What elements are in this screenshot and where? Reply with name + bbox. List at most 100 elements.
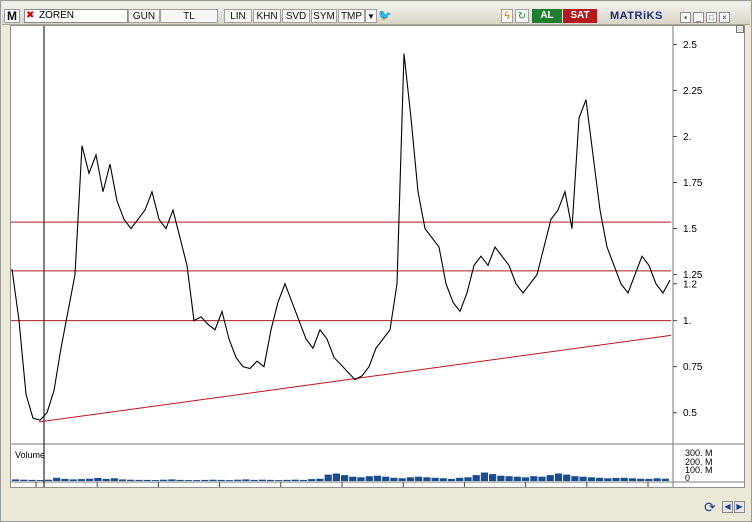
volume-bar <box>110 478 118 481</box>
volume-bar <box>587 477 595 481</box>
volume-bar <box>382 476 390 481</box>
volume-bar <box>373 475 382 481</box>
volume-bar <box>299 479 308 481</box>
twitter-icon[interactable]: 🐦 <box>378 9 392 23</box>
brand-logo: MATRiKS <box>610 10 663 22</box>
volume-bar <box>497 475 505 481</box>
volume-bar <box>250 479 258 481</box>
volume-bar <box>604 478 612 481</box>
close-icon[interactable]: × <box>719 12 730 23</box>
chart-window: M ✖ ZOREN GUN TL LIN KHN SVD SYM TMP ▼ 🐦… <box>0 0 752 522</box>
toolbar: M ✖ ZOREN GUN TL LIN KHN SVD SYM TMP ▼ 🐦… <box>2 2 750 25</box>
volume-bar <box>151 480 159 481</box>
scale-button[interactable]: LIN <box>224 9 252 23</box>
volume-bar <box>341 475 349 481</box>
tmp-button[interactable]: TMP <box>338 9 365 23</box>
volume-bar <box>423 477 431 481</box>
volume-bar <box>332 473 340 481</box>
price-chart: 2.52.252.1.751.51.251.21.0.750.5 Volume … <box>11 26 744 505</box>
volume-bar <box>530 476 538 481</box>
volume-bar <box>365 476 373 481</box>
symbol-value: ZOREN <box>39 10 74 21</box>
volume-bar <box>357 477 365 481</box>
volume-bar <box>127 479 135 481</box>
volume-bar <box>637 478 645 481</box>
price-axis-label: 0.5 <box>683 408 697 419</box>
volume-label-0: 0 <box>685 473 690 483</box>
symbol-field[interactable]: ✖ ZOREN <box>24 9 128 23</box>
currency-button[interactable]: TL <box>160 9 218 23</box>
khn-button[interactable]: KHN <box>253 9 281 23</box>
volume-bar <box>628 478 637 481</box>
dropdown-arrow-icon[interactable]: ▼ <box>365 9 377 23</box>
sym-button[interactable]: SYM <box>311 9 337 23</box>
volume-bar <box>563 474 571 481</box>
volume-bar <box>143 479 151 481</box>
volume-bar <box>20 479 28 481</box>
volume-bar <box>620 477 628 481</box>
volume-bar <box>176 479 184 481</box>
volume-bar <box>86 478 94 481</box>
volume-bar <box>316 478 324 481</box>
volume-bar <box>258 479 266 481</box>
sell-button[interactable]: SAT <box>563 9 597 23</box>
refresh-icon[interactable]: ↻ <box>515 9 529 23</box>
volume-bar <box>283 479 291 481</box>
trendline <box>38 334 672 423</box>
volume-bar <box>349 476 357 481</box>
volume-bar <box>44 479 53 481</box>
volume-bar <box>521 477 530 481</box>
price-series-line <box>11 53 671 421</box>
price-axis-label: 1. <box>683 316 691 327</box>
price-axis-label: 0.75 <box>683 362 703 373</box>
price-axis-label: 2.25 <box>683 86 703 97</box>
volume-bar <box>439 478 447 481</box>
price-axis-label: 1.5 <box>683 224 697 235</box>
volume-bar <box>472 475 480 481</box>
volume-bar <box>201 479 209 481</box>
minimize-icon[interactable]: _ <box>693 12 704 23</box>
price-axis: 2.52.252.1.751.51.251.21.0.750.5 <box>673 40 703 419</box>
sync-icon[interactable]: ⟳ <box>704 499 720 515</box>
time-axis: 0910111213141516171819 <box>35 482 663 505</box>
support-resistance-lines <box>11 221 671 322</box>
volume-bar <box>94 478 102 481</box>
volume-bar <box>234 479 242 481</box>
volume-bar <box>168 479 176 481</box>
maximize-icon[interactable]: □ <box>706 12 717 23</box>
scroll-right-icon[interactable]: ▶ <box>734 501 745 513</box>
price-axis-label: 2.5 <box>683 40 697 51</box>
volume-panel-title: Volume <box>15 450 45 460</box>
volume-bar <box>192 480 201 481</box>
menu-button[interactable]: M <box>4 9 20 23</box>
volume-bar <box>661 478 669 481</box>
volume-bar <box>324 474 332 481</box>
window-icon[interactable]: ▪ <box>680 12 691 23</box>
volume-bar <box>225 480 233 481</box>
status-bar <box>2 489 750 521</box>
volume-bar <box>415 476 423 481</box>
clear-symbol-icon[interactable]: ✖ <box>26 11 38 21</box>
volume-bar <box>571 476 579 481</box>
volume-bar <box>406 477 414 481</box>
panel-resize-handle[interactable] <box>736 25 744 33</box>
volume-bar <box>160 479 168 481</box>
volume-bar <box>36 480 44 481</box>
lightning-icon[interactable]: ϟ <box>501 9 513 23</box>
volume-bar <box>267 479 275 481</box>
price-axis-label: 1.2 <box>683 279 697 290</box>
volume-bar <box>69 479 77 481</box>
buy-button[interactable]: AL <box>532 9 562 23</box>
svd-button[interactable]: SVD <box>282 9 310 23</box>
volume-bar <box>275 480 283 481</box>
volume-bar <box>242 479 250 481</box>
volume-bar <box>431 477 439 481</box>
volume-bar <box>217 479 225 481</box>
chart-area[interactable]: 2.5 2.25 2. 1.75 1.5 1.25 1.2 1. 0.75 0.5 Volume … <box>10 25 745 505</box>
volume-bar <box>184 480 192 481</box>
volume-bar <box>612 478 620 481</box>
scroll-left-icon[interactable]: ◀ <box>722 501 733 513</box>
period-button[interactable]: GUN <box>128 9 160 23</box>
volume-bar <box>505 476 513 481</box>
volume-bar <box>390 477 398 481</box>
